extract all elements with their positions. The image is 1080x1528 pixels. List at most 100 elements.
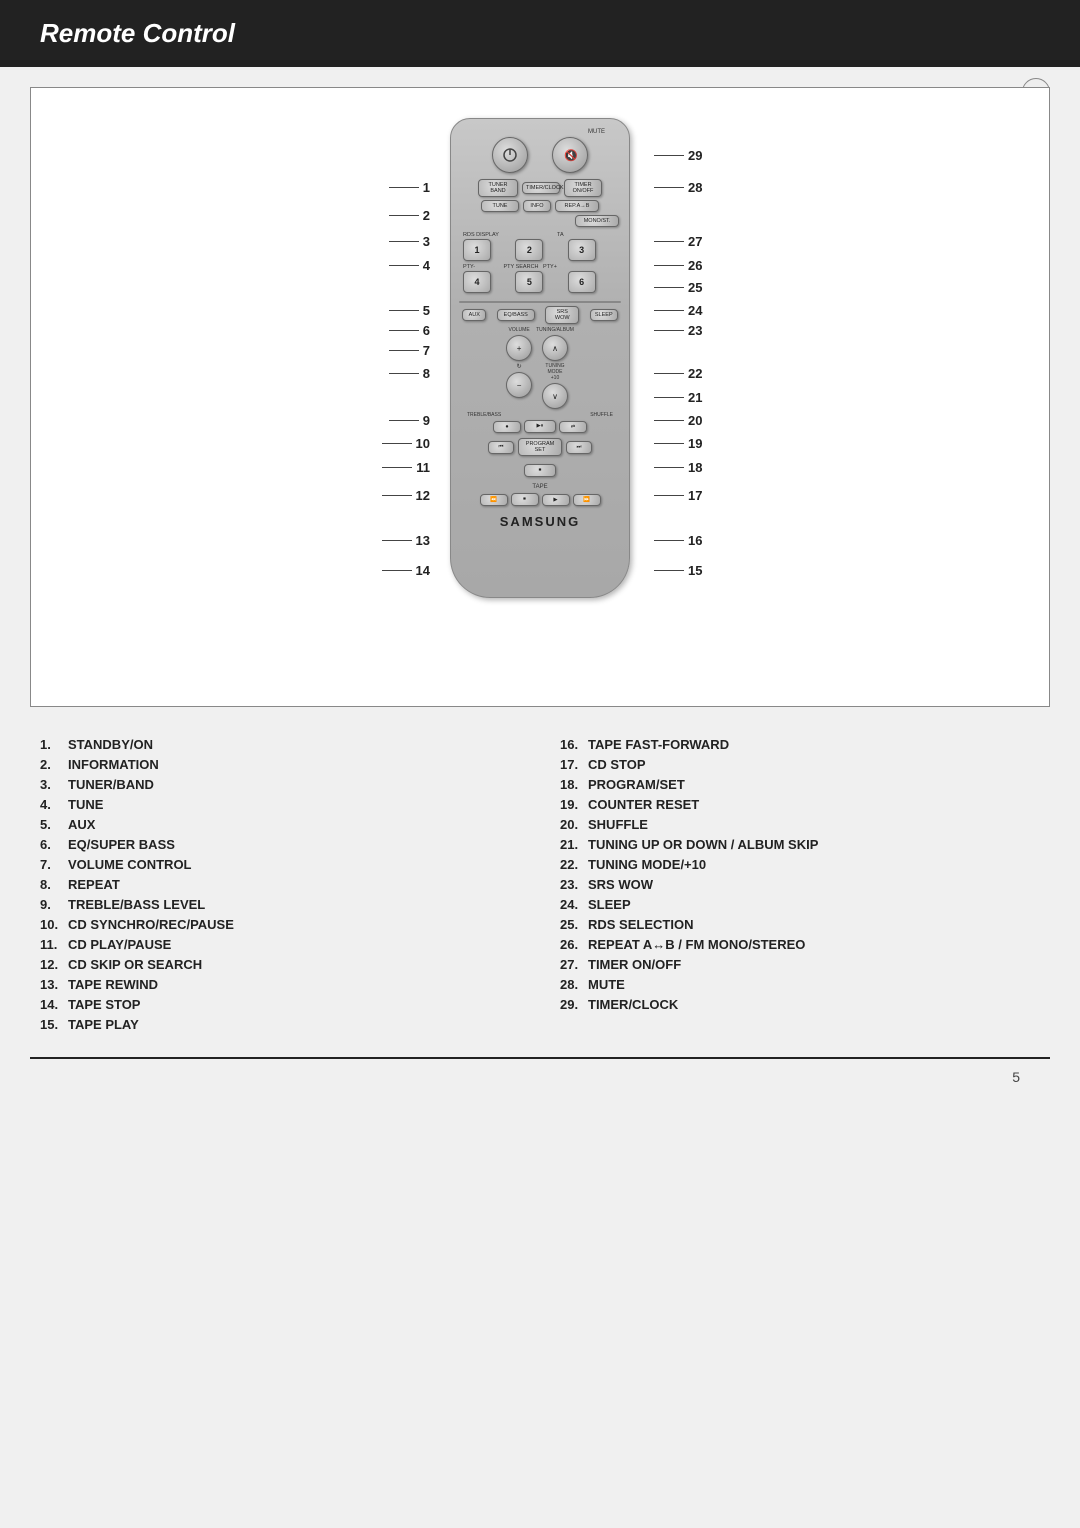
- srs-wow-button[interactable]: SRS WOW: [545, 306, 579, 324]
- legend-item-17: 17. CD STOP: [560, 757, 1040, 772]
- shuffle-label: SHUFFLE: [590, 412, 613, 418]
- transport-row-1: ⏺ ▶⏸ ⇄: [493, 420, 587, 433]
- cd-sync-rec-button[interactable]: ⏺: [493, 421, 521, 433]
- volume-down-button[interactable]: −: [506, 372, 532, 398]
- tape-play-button[interactable]: ▶: [542, 494, 570, 506]
- tuning-down-button[interactable]: ∨: [542, 383, 568, 409]
- transport-section: ⏺ ▶⏸ ⇄ ⏮ PROGRAMSET ⏭ ⏹: [459, 420, 621, 506]
- legend-item-8: 8. REPEAT: [40, 877, 520, 892]
- timer-onoff-button[interactable]: TIMER ON/OFF: [564, 179, 602, 197]
- legend-item-5: 5. AUX: [40, 817, 520, 832]
- callout-21: 21: [650, 390, 702, 405]
- callout-line: [389, 373, 419, 374]
- callout-18: 18: [650, 460, 702, 475]
- callout-line: [654, 187, 684, 188]
- legend-item-12: 12. CD SKIP OR SEARCH: [40, 957, 520, 972]
- callout-8: 8: [385, 366, 430, 381]
- legend-left-column: 1. STANDBY/ON 2. INFORMATION 3. TUNER/BA…: [40, 737, 520, 1037]
- tape-rewind-button[interactable]: ⏪: [480, 494, 508, 506]
- callout-11: 11: [378, 460, 430, 475]
- legend-item-14: 14. TAPE STOP: [40, 997, 520, 1012]
- page-header: Remote Control: [0, 0, 1080, 67]
- num-1-button[interactable]: 1: [463, 239, 491, 261]
- sleep-button[interactable]: SLEEP: [590, 309, 618, 321]
- page-number: 5: [1012, 1069, 1020, 1085]
- callout-line: [654, 540, 684, 541]
- num-4-button[interactable]: 4: [463, 271, 491, 293]
- legend-item-26: 26. REPEAT A↔B / FM MONO/STEREO: [560, 937, 1040, 952]
- tune-button[interactable]: TUNE: [481, 200, 519, 212]
- cd-stop-button[interactable]: ⏹: [524, 464, 556, 477]
- legend-item-24: 24. SLEEP: [560, 897, 1040, 912]
- volume-up-button[interactable]: +: [506, 335, 532, 361]
- skip-back-button[interactable]: ⏮: [488, 441, 514, 454]
- legend-item-27: 27. TIMER ON/OFF: [560, 957, 1040, 972]
- callout-line: [382, 540, 412, 541]
- legend-item-21: 21. TUNING UP OR DOWN / ALBUM SKIP: [560, 837, 1040, 852]
- volume-label: VOLUME: [509, 327, 530, 333]
- treble-bass-label: TREBLE/BASS: [467, 412, 501, 418]
- callout-line: [389, 215, 419, 216]
- callout-2: 2: [385, 208, 430, 223]
- callout-5: 5: [385, 303, 430, 318]
- callout-22: 22: [650, 366, 702, 381]
- callout-line: [654, 373, 684, 374]
- callout-line: [654, 443, 684, 444]
- tuning-mode-label: TUNINGMODE+10: [545, 363, 564, 381]
- timer-clock-button[interactable]: TIMER/CLOCK: [522, 182, 560, 194]
- info-button[interactable]: INFO: [523, 200, 551, 212]
- remote-body: MUTE 🔇 TUNERBAND TIMER/CLOCK TIMER ON: [450, 118, 630, 598]
- mute-label: MUTE: [459, 129, 621, 135]
- legend-item-29: 29. TIMER/CLOCK: [560, 997, 1040, 1012]
- callout-9: 9: [385, 413, 430, 428]
- callout-14: 14: [378, 563, 430, 578]
- callout-13: 13: [378, 533, 430, 548]
- eq-bass-button[interactable]: EQ/BASS: [497, 309, 535, 321]
- pty-label: PTY-: [463, 264, 499, 270]
- num-6-button[interactable]: 6: [568, 271, 596, 293]
- tape-stop-button[interactable]: ⏹: [511, 493, 539, 506]
- page-title: Remote Control: [40, 18, 1040, 49]
- legend-section: 1. STANDBY/ON 2. INFORMATION 3. TUNER/BA…: [30, 727, 1050, 1037]
- tuner-band-button[interactable]: TUNERBAND: [478, 179, 518, 197]
- callout-line: [389, 265, 419, 266]
- tape-ff-button[interactable]: ⏩: [573, 494, 601, 506]
- callouts-left: 1 2 3 4 5: [260, 118, 430, 598]
- legend-item-20: 20. SHUFFLE: [560, 817, 1040, 832]
- callout-4: 4: [385, 258, 430, 273]
- repeat-ab-button[interactable]: REP.A→B: [555, 200, 599, 212]
- program-set-button[interactable]: PROGRAMSET: [518, 438, 562, 456]
- cd-play-pause-button[interactable]: ▶⏸: [524, 420, 556, 433]
- callout-line: [654, 570, 684, 571]
- callout-19: 19: [650, 436, 702, 451]
- legend-columns: 1. STANDBY/ON 2. INFORMATION 3. TUNER/BA…: [40, 737, 1040, 1037]
- callout-line: [382, 443, 412, 444]
- legend-item-9: 9. TREBLE/BASS LEVEL: [40, 897, 520, 912]
- legend-item-25: 25. RDS SELECTION: [560, 917, 1040, 932]
- callout-line: [654, 287, 684, 288]
- mute-button[interactable]: 🔇: [552, 137, 588, 173]
- divider-1: [459, 301, 621, 303]
- callout-line: [654, 265, 684, 266]
- ta-label: TA: [557, 232, 564, 238]
- callout-line: [389, 241, 419, 242]
- tape-label: TAPE: [532, 484, 547, 490]
- num-3-button[interactable]: 3: [568, 239, 596, 261]
- shuffle-btn[interactable]: ⇄: [559, 421, 587, 433]
- num-5-button[interactable]: 5: [515, 271, 543, 293]
- aux-button[interactable]: AUX: [462, 309, 486, 321]
- num-2-button[interactable]: 2: [515, 239, 543, 261]
- tuning-up-button[interactable]: ∧: [542, 335, 568, 361]
- diagram-box: 1 2 3 4 5: [30, 87, 1050, 707]
- legend-item-28: 28. MUTE: [560, 977, 1040, 992]
- callout-line: [654, 310, 684, 311]
- power-button[interactable]: [492, 137, 528, 173]
- mono-stereo-button[interactable]: MONO/ST.: [575, 215, 619, 227]
- callout-line: [389, 420, 419, 421]
- callout-23: 23: [650, 323, 702, 338]
- callout-25: 25: [650, 280, 702, 295]
- callout-line: [654, 241, 684, 242]
- callout-line: [382, 467, 412, 468]
- legend-item-6: 6. EQ/SUPER BASS: [40, 837, 520, 852]
- skip-fwd-button[interactable]: ⏭: [566, 441, 592, 454]
